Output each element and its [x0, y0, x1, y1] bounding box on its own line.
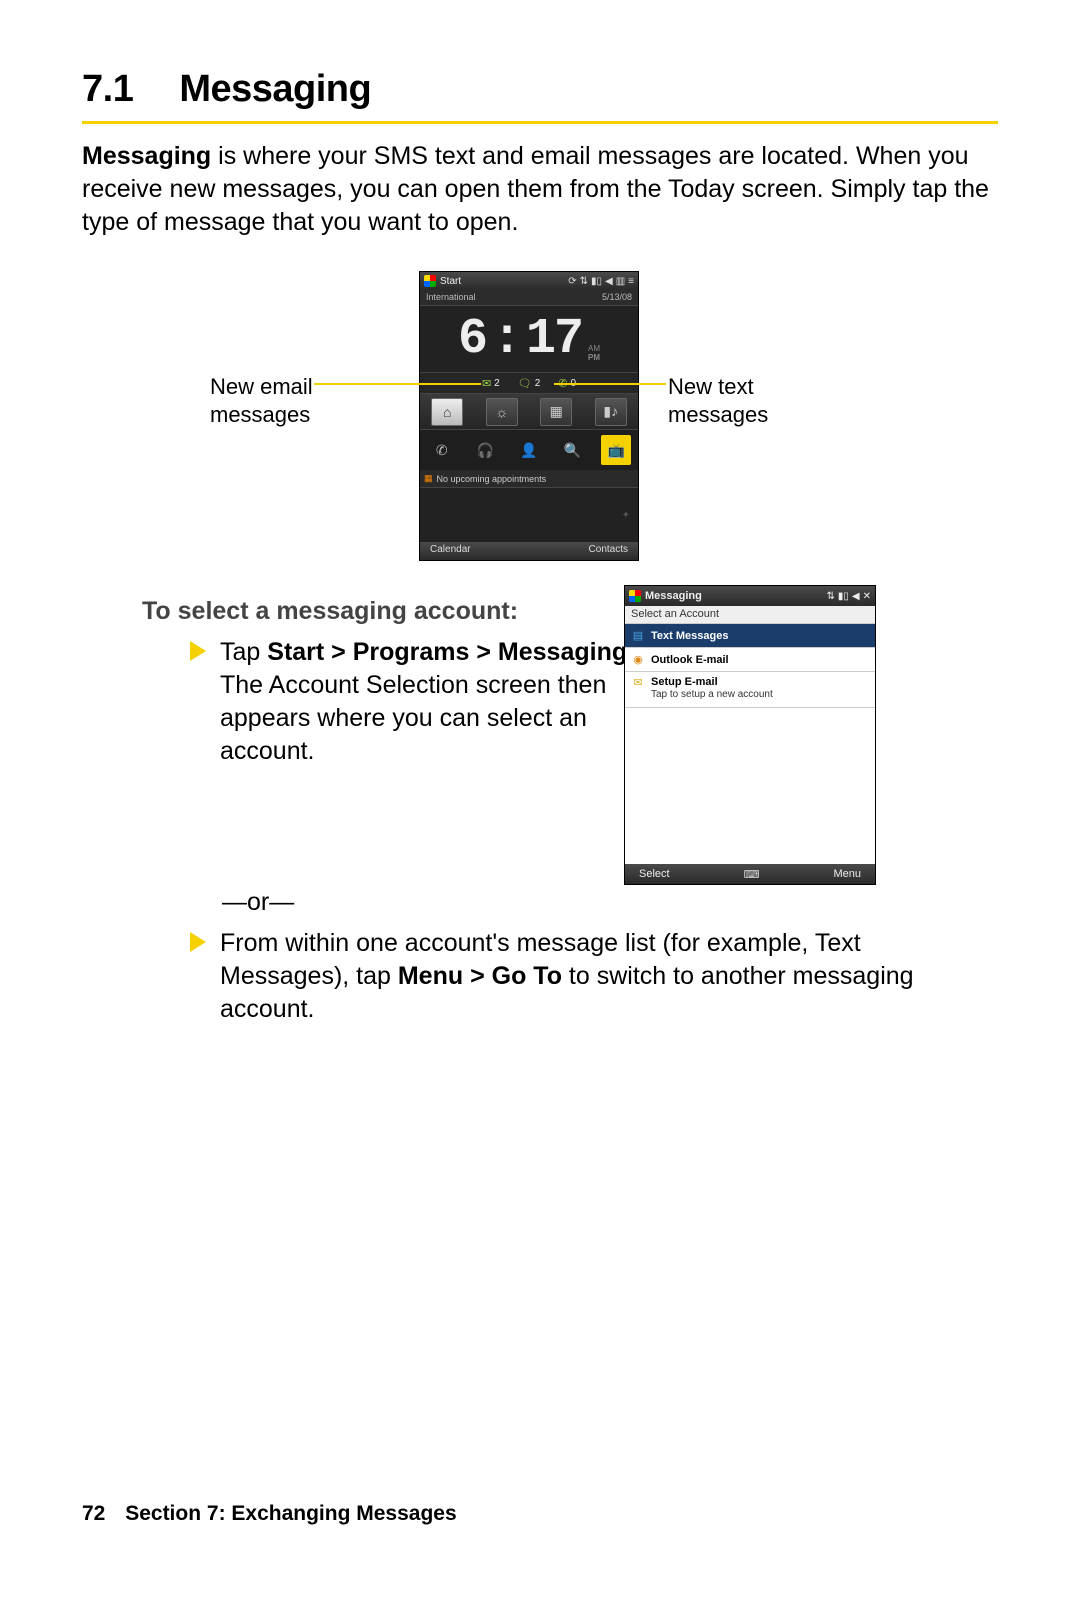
intro-rest: is where your SMS text and email message…	[82, 142, 989, 236]
step-2: From within one account's message list (…	[190, 927, 998, 1026]
clock-minute: 17	[526, 311, 582, 368]
section-number: 7.1	[82, 68, 133, 110]
carrier-label: International	[426, 292, 476, 303]
sync-icon: ⇅	[827, 591, 835, 602]
phone2-topbar: Messaging ⇅ ▮▯ ◀ ✕	[625, 586, 875, 606]
htc-logo-icon: ✦	[622, 510, 630, 521]
speech-bubble-icon: 🗨	[518, 377, 532, 390]
bars-icon: ▮▯	[838, 591, 849, 602]
footer-section: Section 7: Exchanging Messages	[125, 1502, 456, 1525]
today-screen-figure: New email messages New text messages Sta…	[82, 271, 998, 571]
softkey-select: Select	[639, 868, 670, 880]
phone1-subbar: International 5/13/08	[420, 290, 638, 306]
step-2-text: From within one account's message list (…	[220, 927, 960, 1026]
home-icon: ⌂	[431, 398, 463, 426]
battery-icon: ▥	[616, 276, 625, 287]
callout-line-right	[554, 383, 666, 385]
bullet-arrow-icon	[190, 932, 206, 952]
today-screen-mockup: Start ⟳ ⇅ ▮▯ ◀ ▥ ≡ International 5/13/08…	[419, 271, 639, 561]
notif-sms: 🗨2	[518, 377, 541, 390]
account-selection-mockup: Messaging ⇅ ▮▯ ◀ ✕ Select an Account ▤ T…	[624, 585, 876, 885]
call-icon: ✆	[427, 435, 457, 465]
or-divider: —or—	[222, 888, 998, 917]
phone1-brand-area: ✦	[420, 488, 638, 542]
phone2-empty-area	[625, 708, 875, 864]
appointments-text: No upcoming appointments	[437, 474, 547, 484]
phone2-subheader: Select an Account	[625, 606, 875, 624]
volume-icon: ◀	[605, 276, 613, 287]
phone2-softkeys: Select ⌨ Menu	[625, 864, 875, 884]
notif-email: ✉2	[482, 377, 500, 390]
search-icon: 🔍	[558, 435, 588, 465]
phone2-tray: ⇅ ▮▯ ◀ ✕	[827, 591, 872, 602]
section-title: Messaging	[179, 68, 371, 110]
phone1-app-row: ✆ 🎧 👤 🔍 📺	[420, 430, 638, 470]
step-1: Tap Start > Programs > Messaging. The Ac…	[190, 636, 998, 768]
bars-icon: ▮▯	[591, 276, 602, 287]
phone1-clock: 6 : 17 AMPM	[420, 306, 638, 372]
softkey-contacts: Contacts	[589, 544, 628, 558]
close-icon: ✕	[863, 591, 871, 602]
phone1-fav-row: ⌂ ☼ ▦ ▮♪	[420, 394, 638, 430]
keyboard-icon: ⌨	[744, 868, 760, 881]
intro-paragraph: Messaging is where your SMS text and ema…	[82, 140, 998, 239]
clock-ampm: AMPM	[588, 344, 600, 362]
section-heading: 7.1 Messaging	[82, 68, 998, 111]
phone1-topbar: Start ⟳ ⇅ ▮▯ ◀ ▥ ≡	[420, 272, 638, 290]
apps-icon: ▦	[540, 398, 572, 426]
volume-icon: ◀	[852, 591, 860, 602]
page-number: 72	[82, 1502, 105, 1525]
phone2-title: Messaging	[645, 590, 823, 602]
start-label: Start	[440, 276, 564, 287]
callout-new-text: New text messages	[668, 373, 768, 428]
softkey-menu: Menu	[833, 868, 861, 880]
headset-icon: 🎧	[470, 435, 500, 465]
account-outlook-email: ◉ Outlook E-mail	[625, 648, 875, 672]
account-setup-email: ✉ Setup E-mail Tap to setup a new accoun…	[625, 672, 875, 708]
photo-icon: 👤	[514, 435, 544, 465]
outlook-icon: ◉	[631, 653, 645, 667]
clock-hour: 6	[458, 311, 486, 368]
phone1-softkeys: Calendar Contacts	[420, 542, 638, 560]
callout-line-left	[314, 383, 481, 385]
page-footer: 72 Section 7: Exchanging Messages	[82, 1502, 457, 1526]
windows-flag-icon	[424, 275, 436, 287]
text-messages-icon: ▤	[631, 629, 645, 643]
menu-icon: ≡	[628, 276, 634, 287]
windows-flag-icon	[629, 590, 641, 602]
weather-icon: ☼	[486, 398, 518, 426]
envelope-icon: ✉	[482, 377, 491, 390]
intro-bold: Messaging	[82, 142, 211, 170]
softkey-calendar: Calendar	[430, 544, 471, 558]
clock-colon: :	[492, 311, 520, 368]
step-1-text: Tap Start > Programs > Messaging. The Ac…	[220, 636, 680, 768]
phone1-appointments: ▦ No upcoming appointments	[420, 470, 638, 488]
callout-new-email: New email messages	[210, 373, 313, 428]
signal-icon: ⇅	[580, 276, 588, 287]
setup-email-icon: ✉	[631, 675, 645, 689]
heading-rule	[82, 121, 998, 124]
account-text-messages: ▤ Text Messages	[625, 624, 875, 648]
media-icon: ▮♪	[595, 398, 627, 426]
tv-icon: 📺	[601, 435, 631, 465]
date-label: 5/13/08	[602, 292, 632, 303]
phone1-tray: ⟳ ⇅ ▮▯ ◀ ▥ ≡	[568, 276, 634, 287]
bullet-arrow-icon	[190, 641, 206, 661]
sync-icon: ⟳	[568, 276, 576, 287]
calendar-icon: ▦	[424, 473, 433, 484]
